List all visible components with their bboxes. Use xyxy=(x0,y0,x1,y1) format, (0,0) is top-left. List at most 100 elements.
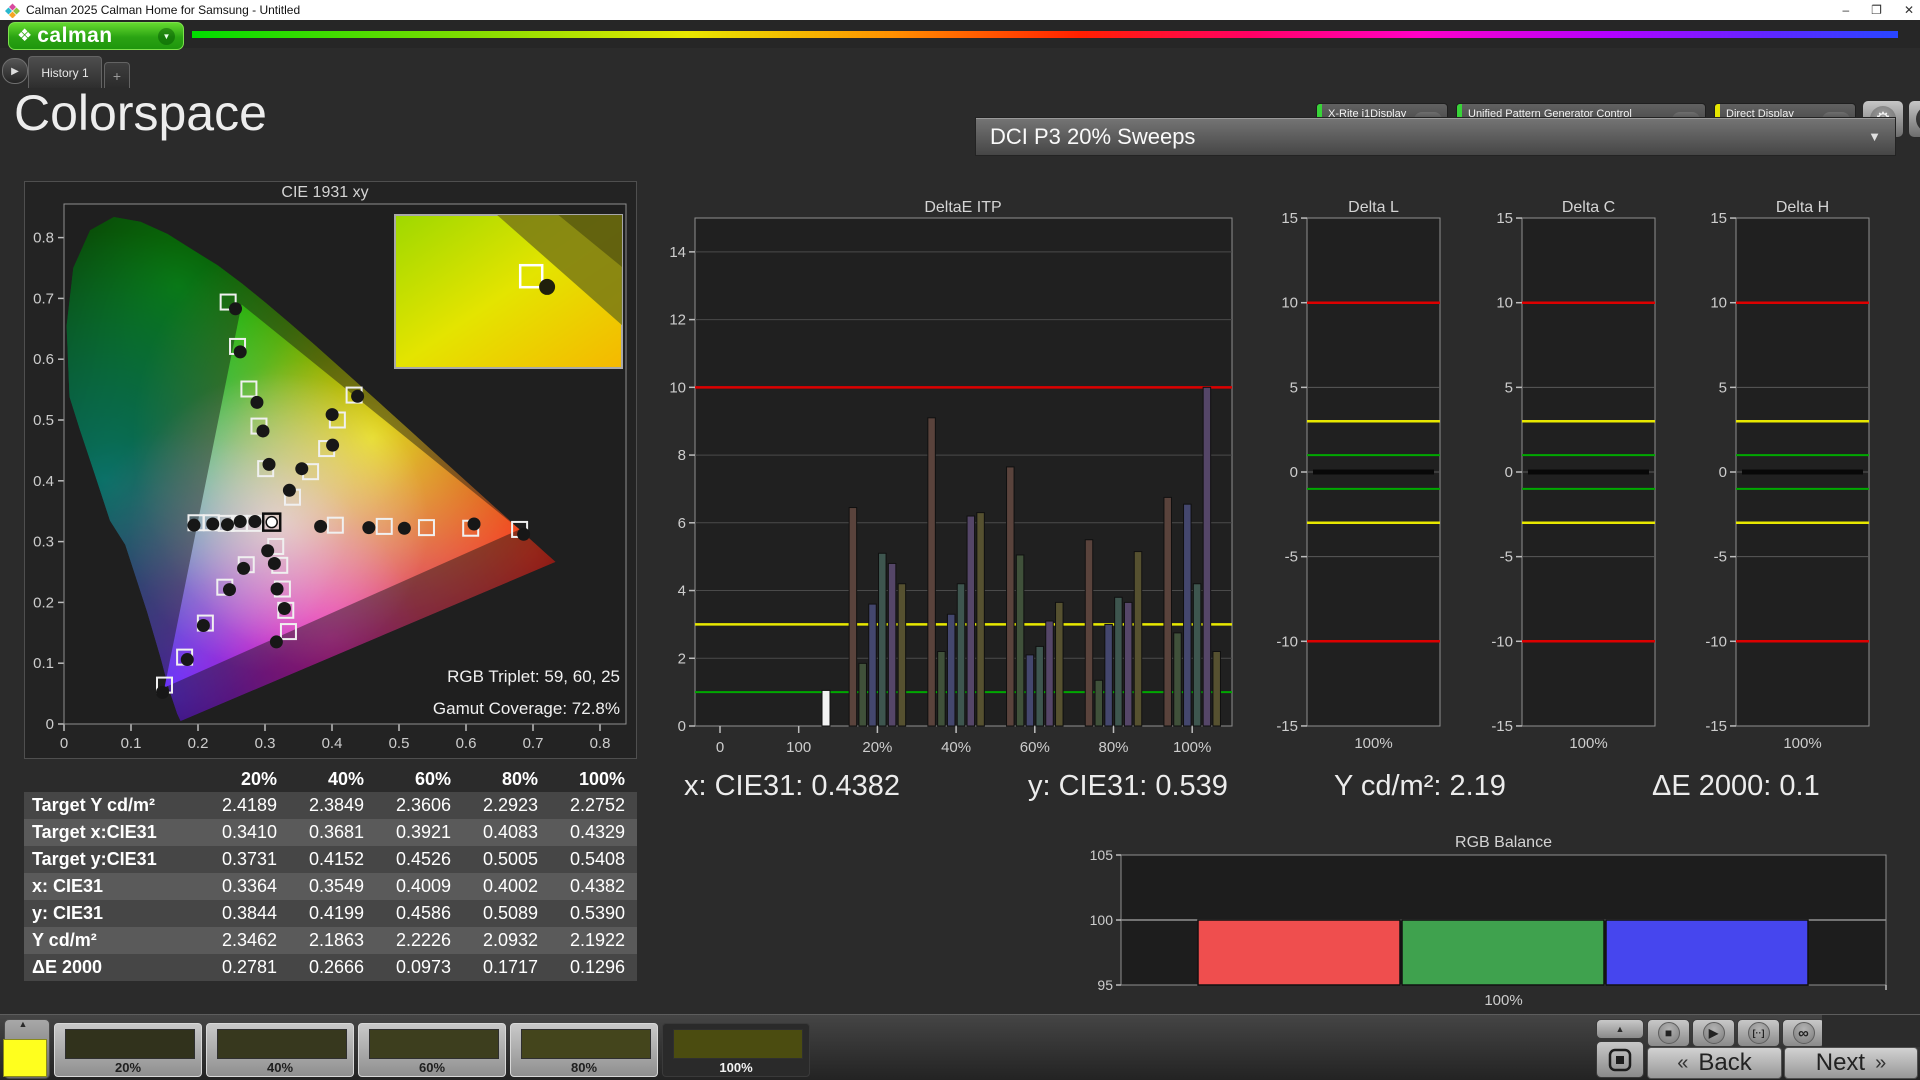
deltae-itp-chart: 02468101214010020%40%60%80%100%DeltaE IT… xyxy=(660,196,1237,753)
maximize-icon[interactable]: ❐ xyxy=(1871,3,1882,17)
svg-text:RGB Triplet: 59, 60, 25: RGB Triplet: 59, 60, 25 xyxy=(447,667,620,686)
svg-text:2: 2 xyxy=(678,650,686,667)
film-card-100%[interactable]: 100% xyxy=(662,1023,810,1077)
svg-text:0.3: 0.3 xyxy=(255,735,276,752)
patch-thumbnail xyxy=(369,1029,499,1059)
svg-text:0.7: 0.7 xyxy=(33,290,54,307)
film-card-60%[interactable]: 60% xyxy=(358,1023,506,1077)
readout-y-cie31: y: CIE31: 0.539 xyxy=(1028,770,1228,803)
patch-thumbnail xyxy=(673,1029,803,1059)
svg-text:10: 10 xyxy=(669,379,686,396)
delta-c-panel: 151050-5-10-15100%Delta C xyxy=(1488,196,1660,753)
svg-text:0.7: 0.7 xyxy=(523,735,544,752)
svg-text:100%: 100% xyxy=(1173,739,1211,753)
app-icon xyxy=(5,3,20,18)
next-button[interactable]: Next » xyxy=(1784,1047,1918,1079)
svg-text:0.1: 0.1 xyxy=(121,735,142,752)
transport-disabled-zone xyxy=(1822,1015,1920,1047)
svg-text:100%: 100% xyxy=(1354,735,1392,752)
delta-l-panel: 151050-5-10-15100%Delta L xyxy=(1273,196,1445,753)
chevron-down-icon[interactable]: ▼ xyxy=(158,28,175,45)
back-button[interactable]: « Back xyxy=(1647,1047,1782,1079)
svg-text:-10: -10 xyxy=(1276,633,1298,650)
patch-label: 60% xyxy=(359,1060,505,1075)
calman-menu-button[interactable]: ❖ calman ▼ xyxy=(8,22,184,50)
svg-text:0: 0 xyxy=(46,716,54,733)
series-button[interactable]: [··] xyxy=(1737,1019,1780,1047)
svg-text:0.2: 0.2 xyxy=(188,735,209,752)
transport-up-arrow-button[interactable]: ▲ xyxy=(1596,1019,1644,1039)
film-card-40%[interactable]: 40% xyxy=(206,1023,354,1077)
deltae-itp-panel: 02468101214010020%40%60%80%100%DeltaE IT… xyxy=(660,196,1237,753)
play-button[interactable]: ▶ xyxy=(1692,1019,1735,1047)
svg-text:0.6: 0.6 xyxy=(33,351,54,368)
page-title: Colorspace xyxy=(14,84,267,142)
svg-text:0: 0 xyxy=(1719,464,1727,481)
svg-text:10: 10 xyxy=(1710,295,1727,312)
patch-label: 100% xyxy=(663,1060,809,1075)
svg-text:15: 15 xyxy=(1496,210,1513,227)
svg-text:0: 0 xyxy=(1505,464,1513,481)
svg-text:-15: -15 xyxy=(1276,718,1298,735)
svg-text:20%: 20% xyxy=(862,739,892,753)
spectrum-bar xyxy=(192,31,1898,38)
patch-label: 20% xyxy=(55,1060,201,1075)
minimize-icon[interactable]: – xyxy=(1842,3,1849,17)
table-row: y: CIE310.38440.41990.45860.50890.5390 xyxy=(24,900,637,927)
patch-thumbnail xyxy=(521,1029,651,1059)
preset-dropdown[interactable]: DCI P3 20% Sweeps ▼ xyxy=(975,117,1896,156)
measurement-table: 20%40%60%80%100%Target Y cd/m²2.41892.38… xyxy=(24,766,637,981)
table-row: ΔE 20000.27810.26660.09730.17170.1296 xyxy=(24,954,637,981)
current-patch-swatch xyxy=(3,1039,47,1077)
tab-expander-button[interactable]: ▶ xyxy=(2,58,28,84)
table-header-row: 20%40%60%80%100% xyxy=(24,766,637,792)
patch-thumbnail xyxy=(65,1029,195,1059)
chevrons-left-icon: « xyxy=(1677,1052,1688,1075)
svg-text:CIE 1931 xy: CIE 1931 xy xyxy=(281,184,368,201)
svg-text:15: 15 xyxy=(1710,210,1727,227)
svg-text:0.4: 0.4 xyxy=(322,735,343,752)
loop-icon: ∞ xyxy=(1793,1022,1815,1044)
title-bar: Calman 2025 Calman Home for Samsung - Un… xyxy=(0,0,1920,20)
svg-text:-5: -5 xyxy=(1714,549,1727,566)
readout-luminance: Y cd/m²: 2.19 xyxy=(1334,770,1506,803)
stop-session-button[interactable] xyxy=(1596,1041,1644,1078)
chevrons-right-icon: » xyxy=(1875,1052,1886,1075)
svg-text:100%: 100% xyxy=(1569,735,1607,752)
film-card-80%[interactable]: 80% xyxy=(510,1023,658,1077)
svg-text:0.4: 0.4 xyxy=(33,473,54,490)
svg-text:DeltaE ITP: DeltaE ITP xyxy=(924,199,1001,216)
patch-thumbnail xyxy=(217,1029,347,1059)
play-icon: ▶ xyxy=(1703,1022,1725,1044)
readout-deltae-2000: ΔE 2000: 0.1 xyxy=(1652,770,1820,803)
close-icon[interactable]: ✕ xyxy=(1904,3,1914,17)
svg-text:0: 0 xyxy=(716,739,724,753)
film-card-20%[interactable]: 20% xyxy=(54,1023,202,1077)
chevron-left-icon: ◀ xyxy=(1916,106,1920,132)
svg-text:0: 0 xyxy=(60,735,68,752)
window-title: Calman 2025 Calman Home for Samsung - Un… xyxy=(26,3,300,17)
calman-logo-text: calman xyxy=(37,23,112,49)
app-window: Calman 2025 Calman Home for Samsung - Un… xyxy=(0,0,1920,1080)
header-bar: ❖ calman ▼ xyxy=(0,20,1920,48)
svg-text:0: 0 xyxy=(1290,464,1298,481)
svg-text:0.3: 0.3 xyxy=(33,534,54,551)
calman-logo-icon: ❖ xyxy=(17,26,32,46)
collapse-panel-button[interactable]: ◀ xyxy=(1908,100,1920,138)
patch-label: 40% xyxy=(207,1060,353,1075)
bottom-bar: ▲ 20%40%60%80%100% ▲ ■▶[··]∞⟳✓ « Back Ne… xyxy=(0,1014,1920,1080)
delta-c-chart: 151050-5-10-15100%Delta C xyxy=(1488,196,1660,753)
stop-button[interactable]: ■ xyxy=(1647,1019,1690,1047)
rgb-balance-panel: 10510095100%RGB Balance xyxy=(1090,833,1896,1008)
svg-text:60%: 60% xyxy=(1020,739,1050,753)
svg-text:0.5: 0.5 xyxy=(33,412,54,429)
strip-up-arrow-button[interactable]: ▲ xyxy=(10,1017,36,1031)
svg-text:Delta H: Delta H xyxy=(1776,199,1829,216)
tab-bar: ▶ History 1 + X-Rite i1Display OEM Plasm… xyxy=(0,48,1920,90)
chevron-down-icon: ▼ xyxy=(1868,129,1881,144)
loop-button[interactable]: ∞ xyxy=(1782,1019,1825,1047)
stop-icon: ■ xyxy=(1658,1022,1680,1044)
svg-text:0.5: 0.5 xyxy=(389,735,410,752)
back-button-label: Back xyxy=(1698,1049,1751,1077)
series-icon: [··] xyxy=(1748,1022,1770,1044)
